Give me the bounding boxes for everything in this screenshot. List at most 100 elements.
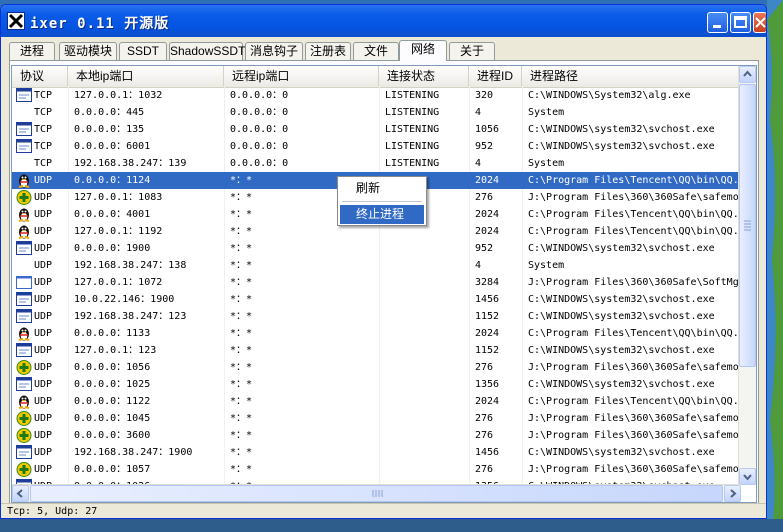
cell-local: 10.0.22.146：1900 (74, 294, 175, 305)
cell-pid: 320 (475, 90, 494, 101)
cell-remote: 0.0.0.0：0 (230, 124, 289, 135)
cell-pid: 952 (475, 141, 494, 152)
cell-state (385, 393, 469, 410)
cell-local: 0.0.0.0：1057 (74, 464, 151, 475)
cell-remote: *：* (230, 430, 253, 441)
table-row[interactable]: UDP 127.0.0.1：123 *：* 1152 C:\WINDOWS\system… (12, 342, 741, 359)
title-bar[interactable]: ixer 0.11 开源版 (1, 5, 766, 37)
cell-remote: *：* (230, 379, 253, 390)
cell-state (385, 240, 469, 257)
cell-pid: 1456 (475, 447, 500, 458)
arrow-up-icon (743, 70, 752, 77)
horizontal-scrollbar[interactable] (12, 484, 741, 502)
connection-list[interactable]: 协议 本地ip端口 远程ip端口 连接状态 进程ID 进程路径 TCP 127.0… (11, 65, 757, 503)
cell-proto: UDP (34, 226, 53, 237)
table-row[interactable]: UDP 0.0.0.0：1122 *：* 2024 C:\Program Files\T… (12, 393, 741, 410)
cell-remote: 0.0.0.0：0 (230, 141, 289, 152)
table-row[interactable]: UDP 0.0.0.0：1133 *：* 2024 C:\Program Files\T… (12, 325, 741, 342)
col-header-pid[interactable]: 进程ID (469, 66, 522, 86)
cell-local: 0.0.0.0：6001 (74, 141, 151, 152)
scroll-left-button[interactable] (12, 485, 29, 502)
table-row[interactable]: UDP 0.0.0.0：1045 *：* 276 J:\Program Files\36… (12, 410, 741, 427)
cell-pid: 276 (475, 192, 494, 203)
col-header-path[interactable]: 进程路径 (522, 66, 741, 86)
tab-0[interactable]: 进程 (9, 42, 55, 60)
tab-5[interactable]: 注册表 (305, 42, 351, 60)
table-row[interactable]: UDP 192.168.38.247：123 *：* 1152 C:\WINDOWS\s… (12, 308, 741, 325)
cell-proto: UDP (34, 175, 53, 186)
cell-pid: 276 (475, 430, 494, 441)
cell-state: LISTENING (385, 158, 440, 169)
table-row[interactable]: TCP 127.0.0.1：1032 0.0.0.0：0 LISTENING 320 C:… (12, 87, 741, 104)
col-header-protocol[interactable]: 协议 (12, 66, 68, 86)
cell-pid: 1056 (475, 124, 500, 135)
cell-proto: UDP (34, 328, 53, 339)
cell-proto: UDP (34, 277, 53, 288)
cell-proto: UDP (34, 243, 53, 254)
cell-proto: UDP (34, 345, 53, 356)
cell-state: LISTENING (385, 124, 440, 135)
table-row[interactable]: TCP 192.168.38.247：139 0.0.0.0：0 LISTENING 4… (12, 155, 741, 172)
cell-path: J:\Program Files\360\360Safe\SoftMgr... (528, 277, 741, 288)
cell-pid: 2024 (475, 226, 500, 237)
cell-local: 0.0.0.0：135 (74, 124, 145, 135)
cell-path: J:\Program Files\360\360Safe\safemon... (528, 430, 741, 441)
col-header-local[interactable]: 本地ip端口 (68, 66, 224, 86)
tab-4[interactable]: 消息钩子 (245, 42, 303, 60)
scroll-right-button[interactable] (724, 485, 741, 502)
tab-7[interactable]: 网络 (399, 40, 447, 61)
tab-8[interactable]: 关于 (449, 42, 495, 60)
horizontal-scroll-thumb[interactable] (30, 485, 723, 502)
cell-proto: UDP (34, 379, 53, 390)
cell-proto: UDP (34, 209, 53, 220)
grip-icon (744, 220, 751, 231)
cell-proto: TCP (34, 141, 53, 152)
cell-remote: *：* (230, 328, 253, 339)
table-row[interactable]: UDP 0.0.0.0：1056 *：* 276 J:\Program Files\36… (12, 359, 741, 376)
cell-path: C:\Program Files\Tencent\QQ\bin\QQ.exe (528, 209, 741, 220)
cell-remote: *：* (230, 413, 253, 424)
table-row[interactable]: UDP 10.0.22.146：1900 *：* 1456 C:\WINDOWS\sys… (12, 291, 741, 308)
cell-remote: *：* (230, 277, 253, 288)
menu-item-terminate-process[interactable]: 终止进程 (340, 205, 424, 224)
tab-1[interactable]: 驱动模块 (59, 42, 117, 60)
scroll-down-button[interactable] (739, 468, 756, 485)
table-row[interactable]: TCP 0.0.0.0：6001 0.0.0.0：0 LISTENING 952 C:\W… (12, 138, 741, 155)
arrow-down-icon (743, 474, 752, 481)
close-button[interactable] (753, 12, 766, 33)
cell-pid: 1152 (475, 345, 500, 356)
table-row[interactable]: UDP 192.168.38.247：1900 *：* 1456 C:\WINDOWS\… (12, 444, 741, 461)
tab-3[interactable]: ShadowSSDT (169, 42, 245, 60)
col-header-remote[interactable]: 远程ip端口 (224, 66, 379, 86)
col-header-state[interactable]: 连接状态 (379, 66, 469, 86)
table-row[interactable]: UDP 0.0.0.0：1900 *：* 952 C:\WINDOWS\system32… (12, 240, 741, 257)
cell-state (385, 444, 469, 461)
cell-proto: UDP (34, 447, 53, 458)
table-row[interactable]: UDP 192.168.38.247：138 *：* 4 System (12, 257, 741, 274)
ixer-window: ixer 0.11 开源版 进程 驱动模块 SSDT ShadowSSDT 消息钩子 注册… (0, 4, 767, 519)
menu-item-refresh[interactable]: 刷新 (340, 179, 424, 198)
table-row[interactable]: UDP 0.0.0.0：3600 *：* 276 J:\Program Files\36… (12, 427, 741, 444)
cell-pid: 2024 (475, 175, 500, 186)
window-icon (16, 377, 32, 392)
cell-local: 0.0.0.0：1045 (74, 413, 151, 424)
table-row[interactable]: TCP 0.0.0.0：135 0.0.0.0：0 LISTENING 1056 C:\W… (12, 121, 741, 138)
cell-proto: TCP (34, 158, 53, 169)
tab-2[interactable]: SSDT (119, 42, 167, 60)
maximize-button[interactable] (730, 12, 751, 33)
table-row[interactable]: TCP 0.0.0.0：445 0.0.0.0：0 LISTENING 4 System (12, 104, 741, 121)
table-row[interactable]: UDP 127.0.0.1：1072 *：* 3284 J:\Program Files… (12, 274, 741, 291)
cell-pid: 2024 (475, 396, 500, 407)
table-row[interactable]: UDP 0.0.0.0：1025 *：* 1356 C:\WINDOWS\system3… (12, 376, 741, 393)
minimize-button[interactable] (707, 12, 728, 33)
cell-remote: *：* (230, 345, 253, 356)
vertical-scroll-thumb[interactable] (739, 84, 756, 367)
cell-state (385, 257, 469, 274)
scroll-up-button[interactable] (739, 66, 756, 83)
cell-path: System (528, 158, 565, 169)
vertical-scrollbar[interactable] (738, 66, 756, 485)
table-row[interactable]: UDP 0.0.0.0：1057 *：* 276 J:\Program Files\36… (12, 461, 741, 478)
window-icon (16, 309, 32, 324)
tab-6[interactable]: 文件 (353, 42, 399, 60)
window-icon (16, 343, 32, 358)
